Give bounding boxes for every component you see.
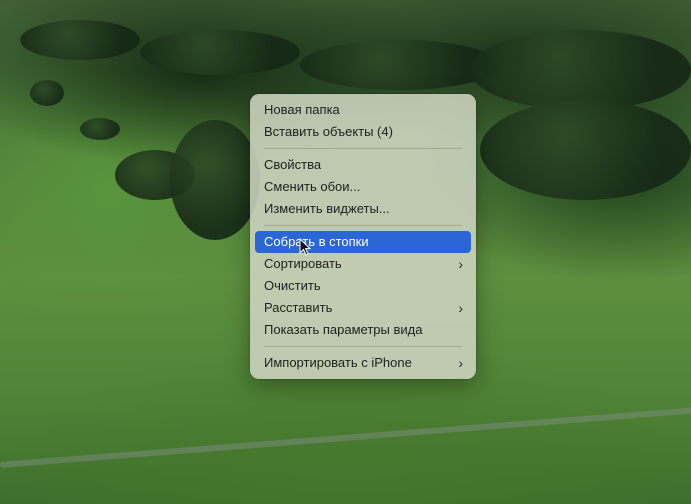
menu-item-use-stacks[interactable]: Собрать в стопки	[255, 231, 471, 253]
menu-item-label: Вставить объекты (4)	[264, 124, 393, 139]
menu-item-get-info[interactable]: Свойства	[255, 154, 471, 176]
menu-item-paste-items[interactable]: Вставить объекты (4)	[255, 121, 471, 143]
menu-item-clean-up-by[interactable]: Расставить ›	[255, 297, 471, 319]
menu-item-sort-by[interactable]: Сортировать ›	[255, 253, 471, 275]
tree	[80, 118, 120, 140]
tree	[30, 80, 64, 106]
chevron-right-icon: ›	[458, 355, 463, 371]
menu-separator	[264, 346, 462, 347]
menu-item-label: Очистить	[264, 278, 321, 293]
menu-item-change-wallpaper[interactable]: Сменить обои...	[255, 176, 471, 198]
menu-separator	[264, 148, 462, 149]
tree-cluster	[480, 100, 691, 200]
menu-item-edit-widgets[interactable]: Изменить виджеты...	[255, 198, 471, 220]
tree-cluster	[170, 120, 260, 240]
menu-item-label: Сменить обои...	[264, 179, 361, 194]
menu-item-label: Сортировать	[264, 256, 342, 271]
menu-item-label: Изменить виджеты...	[264, 201, 390, 216]
pointer-cursor-icon	[299, 238, 311, 256]
menu-separator	[264, 225, 462, 226]
chevron-right-icon: ›	[458, 300, 463, 316]
dirt-path	[0, 407, 691, 468]
context-menu: Новая папка Вставить объекты (4) Свойств…	[250, 94, 476, 379]
menu-item-label: Новая папка	[264, 102, 340, 117]
menu-item-new-folder[interactable]: Новая папка	[255, 99, 471, 121]
menu-item-clean-up[interactable]: Очистить	[255, 275, 471, 297]
tree-cluster	[140, 30, 300, 75]
menu-item-label: Импортировать с iPhone	[264, 355, 412, 370]
menu-item-label: Собрать в стопки	[264, 234, 369, 249]
menu-item-label: Свойства	[264, 157, 322, 172]
menu-item-label: Расставить	[264, 300, 333, 315]
menu-item-show-view-options[interactable]: Показать параметры вида	[255, 319, 471, 341]
tree-cluster	[20, 20, 140, 60]
menu-item-import-from-iphone[interactable]: Импортировать с iPhone ›	[255, 352, 471, 374]
chevron-right-icon: ›	[458, 256, 463, 272]
tree-cluster	[470, 30, 691, 110]
menu-item-label: Показать параметры вида	[264, 322, 423, 337]
